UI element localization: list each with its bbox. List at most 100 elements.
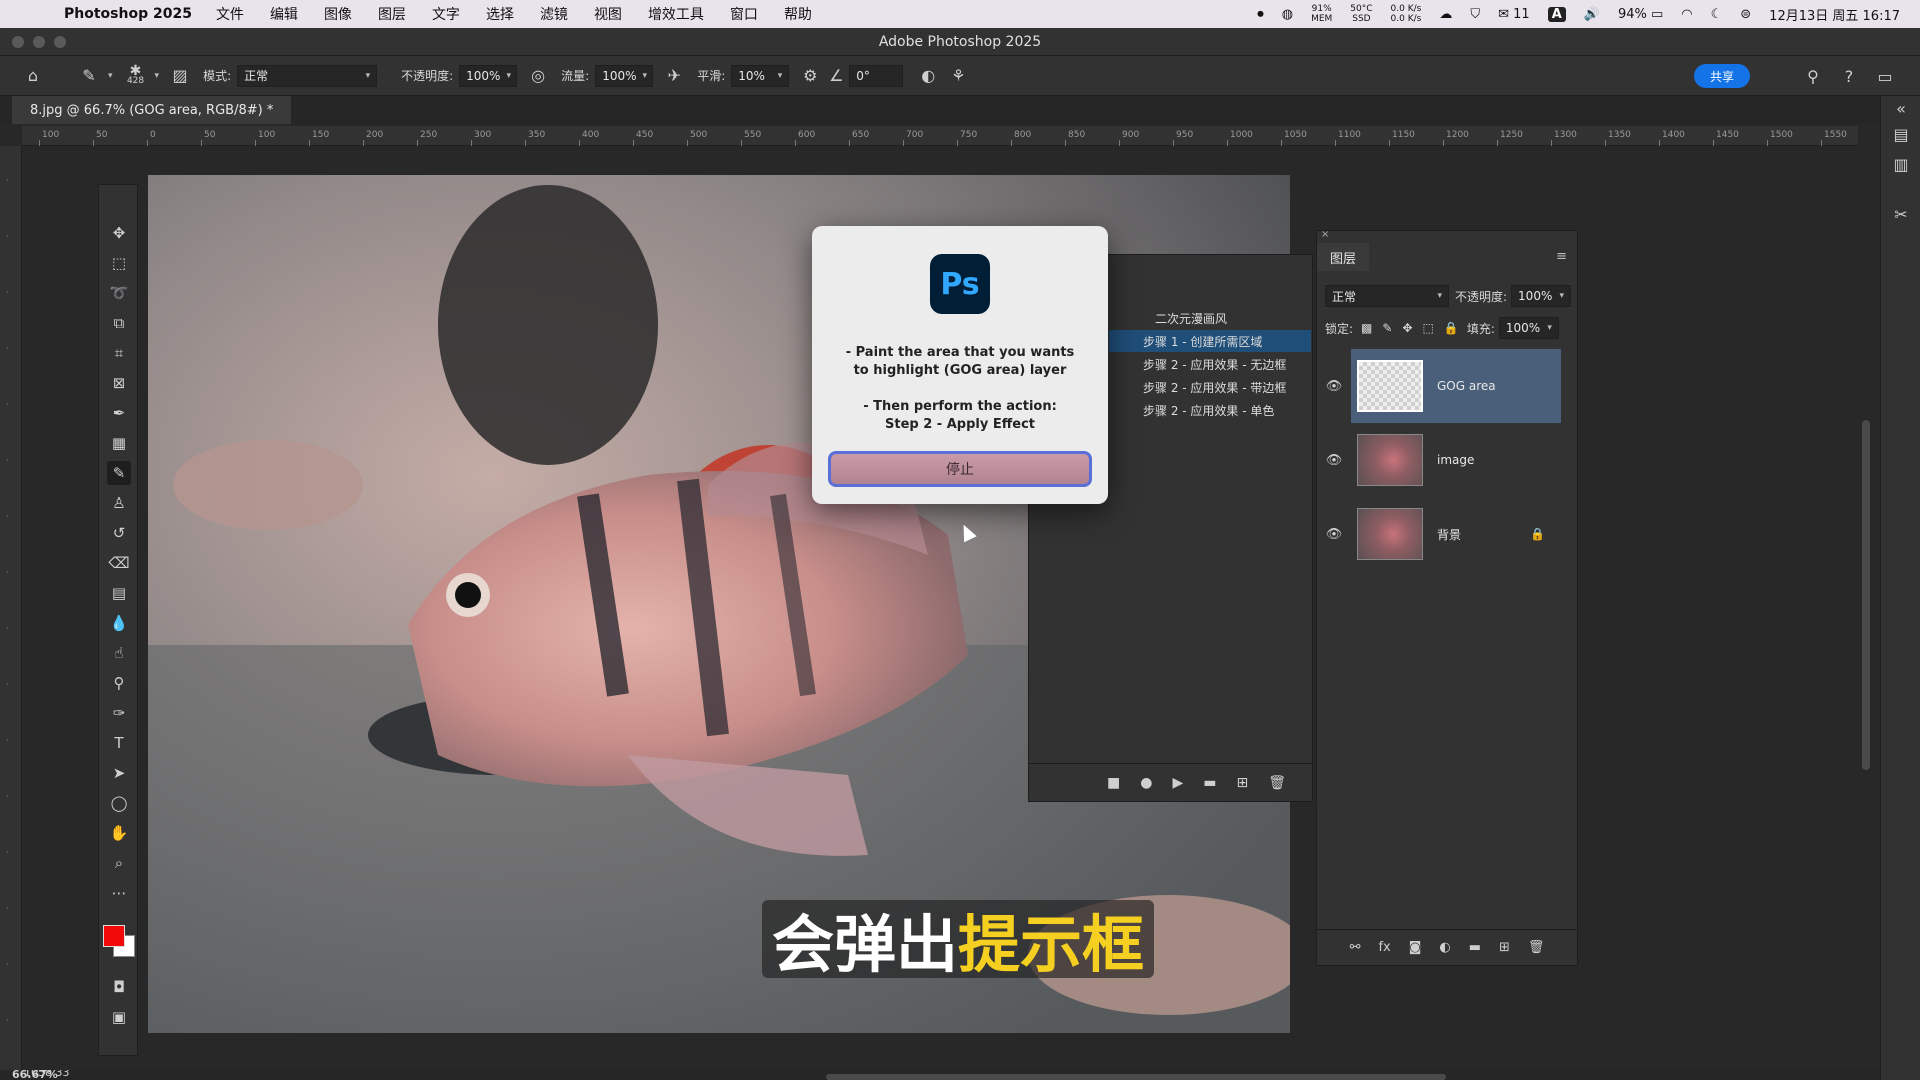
- new-set-folder-icon[interactable]: ▬: [1203, 775, 1216, 791]
- screen-mode-icon[interactable]: ▣: [107, 1005, 131, 1029]
- foreground-color-swatch[interactable]: [103, 925, 125, 947]
- control-center-icon[interactable]: ⊜: [1740, 7, 1751, 22]
- record-icon[interactable]: ●: [1140, 775, 1152, 791]
- panel-menu-icon[interactable]: ≡: [1556, 249, 1567, 264]
- healing-brush-tool-icon[interactable]: ▦: [107, 431, 131, 455]
- brush-size-picker[interactable]: ✱ 428: [123, 63, 149, 89]
- delete-layer-icon[interactable]: 🗑: [1528, 940, 1545, 955]
- smoothing-settings-gear-icon[interactable]: ⚙: [797, 63, 823, 89]
- fx-icon[interactable]: fx: [1378, 940, 1390, 955]
- close-window-button[interactable]: [12, 36, 24, 48]
- lock-all-icon[interactable]: 🔒: [1444, 321, 1459, 335]
- tab-layers[interactable]: 图层: [1317, 243, 1369, 271]
- mode-select[interactable]: 正常 ▾: [237, 64, 378, 87]
- crop-tool-icon[interactable]: ⌗: [107, 341, 131, 365]
- blur-tool-icon[interactable]: 💧: [107, 611, 131, 635]
- add-mask-icon[interactable]: ◙: [1409, 940, 1422, 955]
- ellipse-tool-icon[interactable]: ◯: [107, 791, 131, 815]
- document-tab[interactable]: 8.jpg @ 66.7% (GOG area, RGB/8#) *: [12, 96, 292, 124]
- fill-field[interactable]: 100% ▾: [1498, 317, 1559, 339]
- action-item[interactable]: 步骤 2 - 应用效果 - 带边框: [1109, 376, 1311, 398]
- symmetry-icon[interactable]: ⚘: [945, 63, 971, 89]
- airbrush-icon[interactable]: ✈: [661, 63, 687, 89]
- action-item[interactable]: 步骤 2 - 应用效果 - 单色: [1109, 399, 1311, 421]
- lasso-tool-icon[interactable]: ➰: [107, 281, 131, 305]
- home-icon[interactable]: ⌂: [20, 63, 46, 89]
- visibility-eye-icon[interactable]: 👁: [1317, 527, 1351, 542]
- opacity-field[interactable]: 100% ▾: [459, 64, 518, 87]
- pressure-size-icon[interactable]: ◐: [915, 63, 941, 89]
- layer-row[interactable]: 👁 GOG area: [1317, 349, 1579, 423]
- lock-pixels-icon[interactable]: ✎: [1382, 321, 1392, 335]
- volume-icon[interactable]: 🔊: [1584, 7, 1600, 22]
- cloud-icon[interactable]: ☁: [1439, 7, 1452, 22]
- menu-edit[interactable]: 编辑: [270, 4, 298, 24]
- temp-stat[interactable]: 50°C SSD: [1350, 4, 1372, 24]
- quick-mask-icon[interactable]: ◘: [107, 975, 131, 999]
- properties-panel-icon[interactable]: ▤: [1889, 122, 1913, 146]
- lock-artboard-icon[interactable]: ⬚: [1423, 321, 1434, 335]
- smudge-tool-icon[interactable]: ☝: [107, 641, 131, 665]
- eyedropper-tool-icon[interactable]: ✒: [107, 401, 131, 425]
- share-button[interactable]: 共享: [1694, 64, 1750, 88]
- horizontal-scrollbar[interactable]: [826, 1074, 1446, 1080]
- cpu-stat[interactable]: 91% MEM: [1311, 4, 1332, 24]
- search-icon[interactable]: ⚲: [1800, 63, 1826, 89]
- lock-position-icon[interactable]: ✥: [1402, 321, 1412, 335]
- visibility-eye-icon[interactable]: 👁: [1317, 379, 1351, 394]
- menu-type[interactable]: 文字: [432, 4, 460, 24]
- more-tools-icon[interactable]: ⋯: [107, 881, 131, 905]
- eraser-tool-icon[interactable]: ⌫: [107, 551, 131, 575]
- history-brush-tool-icon[interactable]: ↺: [107, 521, 131, 545]
- adjustment-layer-icon[interactable]: ◐: [1439, 940, 1450, 955]
- delete-icon[interactable]: 🗑: [1268, 775, 1286, 791]
- status-zoom-and-size[interactable]: 66.67% 1058.33 mm x 793.4 mm (72 ppi): [12, 1070, 70, 1080]
- network-stat[interactable]: 0.0 K/s 0.0 K/s: [1391, 4, 1422, 24]
- layer-name[interactable]: GOG area: [1437, 379, 1496, 393]
- horizontal-ruler[interactable]: 100 50 0 50 100 150 200 250 300 350 400 450 500 550 60…: [22, 126, 1858, 146]
- menu-select[interactable]: 选择: [486, 4, 514, 24]
- layer-name[interactable]: 背景: [1437, 526, 1461, 543]
- wifi-icon[interactable]: ◠: [1681, 7, 1692, 22]
- layer-row[interactable]: 👁 image: [1317, 423, 1579, 497]
- brush-size-dropdown[interactable]: ▾: [155, 71, 160, 81]
- menu-help[interactable]: 帮助: [784, 4, 812, 24]
- pen-tool-icon[interactable]: ✑: [107, 701, 131, 725]
- visibility-eye-icon[interactable]: 👁: [1317, 453, 1351, 468]
- blend-mode-select[interactable]: 正常 ▾: [1325, 285, 1449, 307]
- flow-field[interactable]: 100% ▾: [595, 64, 654, 87]
- close-panel-icon[interactable]: ×: [1321, 229, 1329, 240]
- help-icon[interactable]: ?: [1836, 63, 1862, 89]
- brush-settings-icon[interactable]: ▨: [167, 63, 193, 89]
- layer-name[interactable]: image: [1437, 453, 1474, 467]
- record-icon[interactable]: ⏺: [1257, 7, 1264, 22]
- brush-preset-dropdown[interactable]: ▾: [108, 71, 113, 81]
- zoom-window-button[interactable]: [54, 36, 66, 48]
- type-tool-icon[interactable]: T: [107, 731, 131, 755]
- layer-row[interactable]: 👁 背景 🔒: [1317, 497, 1579, 571]
- menu-plugins[interactable]: 增效工具: [648, 4, 704, 24]
- hand-tool-icon[interactable]: ✋: [107, 821, 131, 845]
- input-method-indicator[interactable]: A: [1547, 6, 1566, 22]
- tools-settings-icon[interactable]: ✂: [1889, 202, 1913, 226]
- link-layers-icon[interactable]: ⚯: [1350, 940, 1361, 955]
- vertical-ruler[interactable]: · · · · · · · · · · · · · · · ·: [0, 146, 22, 1074]
- new-layer-icon[interactable]: ⊞: [1499, 940, 1510, 955]
- lock-transparency-icon[interactable]: ▩: [1361, 321, 1372, 335]
- angle-field[interactable]: 0°: [849, 64, 904, 87]
- action-item[interactable]: 步骤 1 - 创建所需区域: [1109, 330, 1311, 352]
- path-selection-tool-icon[interactable]: ➤: [107, 761, 131, 785]
- smoothing-field[interactable]: 10% ▾: [731, 64, 790, 87]
- wechat-icon[interactable]: ✉ 11: [1498, 7, 1530, 22]
- frame-tool-icon[interactable]: ⊠: [107, 371, 131, 395]
- new-group-folder-icon[interactable]: ▬: [1469, 940, 1481, 955]
- battery-indicator[interactable]: 94% ▭: [1618, 7, 1663, 22]
- brush-tool-icon[interactable]: ✎: [107, 461, 131, 485]
- app-name-menu[interactable]: Photoshop 2025: [64, 6, 192, 22]
- stop-button[interactable]: 停止: [828, 451, 1092, 487]
- pressure-opacity-icon[interactable]: ◎: [525, 63, 551, 89]
- vertical-scrollbar[interactable]: [1862, 420, 1870, 770]
- action-set-folder[interactable]: 二次元漫画风: [1109, 307, 1311, 329]
- minimize-window-button[interactable]: [33, 36, 45, 48]
- menu-image[interactable]: 图像: [324, 4, 352, 24]
